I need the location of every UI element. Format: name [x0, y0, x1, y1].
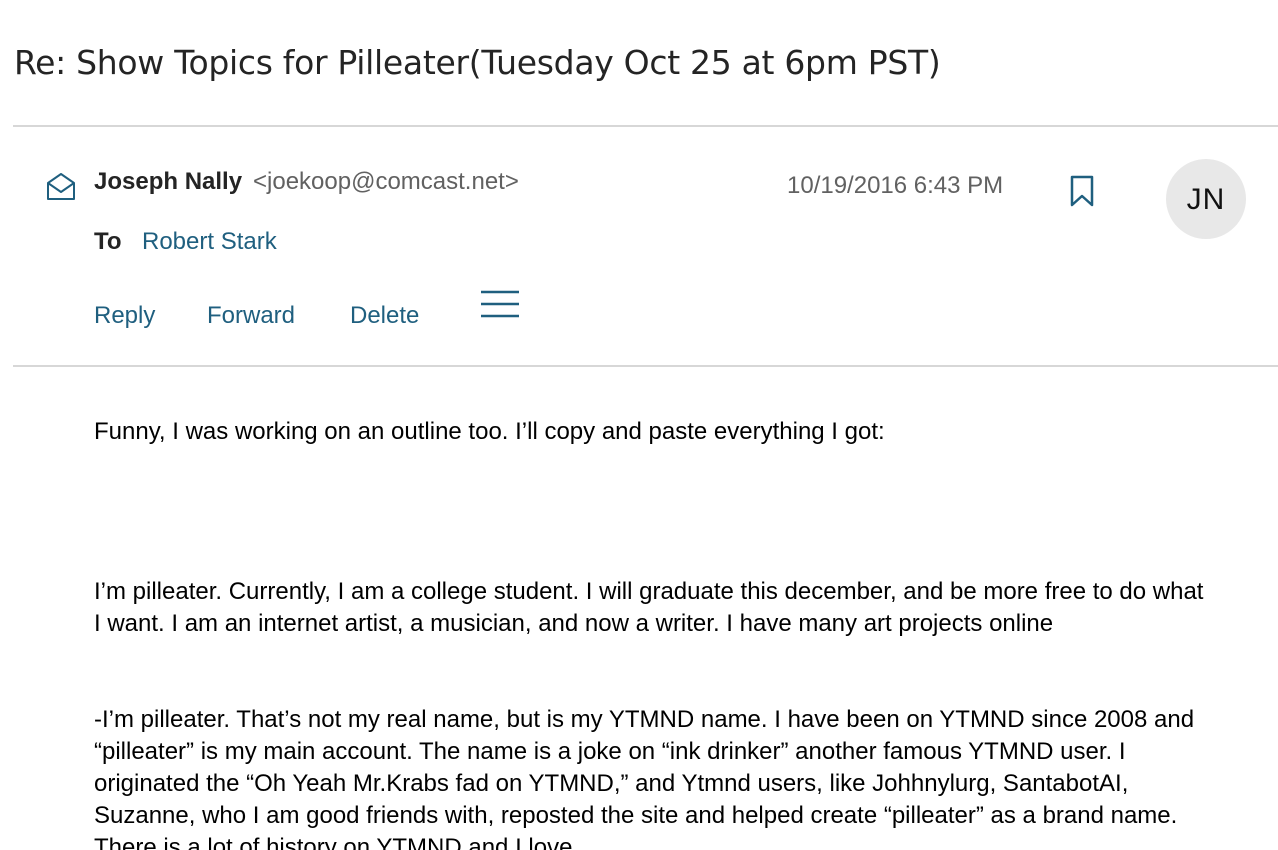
body-divider — [13, 365, 1278, 367]
sender-avatar: JN — [1166, 159, 1246, 239]
message-date: 10/19/2016 6:43 PM — [787, 172, 1004, 199]
avatar-initials: JN — [1186, 183, 1226, 216]
delete-button[interactable]: Delete — [350, 301, 419, 331]
to-label: To — [94, 228, 122, 255]
body-paragraph: -I’m pilleater. That’s not my real name,… — [94, 706, 1195, 850]
recipient-name[interactable]: Robert Stark — [142, 227, 277, 257]
sender-name[interactable]: Joseph Nally — [94, 167, 242, 197]
body-paragraph: I’m pilleater. Currently, I am a college… — [94, 578, 1204, 637]
envelope-open-icon — [47, 173, 75, 200]
body-paragraph: Funny, I was working on an outline too. … — [94, 418, 885, 445]
forward-button[interactable]: Forward — [207, 301, 295, 331]
bookmark-icon[interactable] — [1068, 174, 1096, 208]
sender-email[interactable]: <joekoop@comcast.net> — [253, 167, 519, 197]
header-divider — [13, 125, 1278, 127]
hamburger-menu-icon[interactable] — [480, 289, 520, 321]
email-subject: Re: Show Topics for Pilleater(Tuesday Oc… — [14, 43, 941, 82]
reply-button[interactable]: Reply — [94, 301, 155, 331]
